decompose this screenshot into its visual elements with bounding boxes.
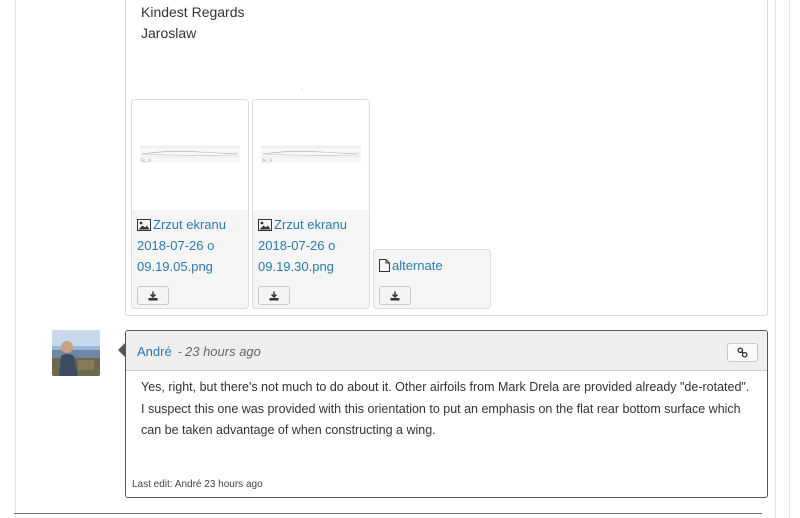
- post-signoff: Kindest Regards Jaroslaw: [141, 2, 245, 44]
- permalink-button[interactable]: [727, 343, 758, 362]
- download-icon: [148, 291, 158, 300]
- svg-text:0c, 9: 0c, 9: [262, 158, 272, 163]
- header-separator: -: [178, 344, 183, 359]
- attachment-thumbnail[interactable]: 0c, 9: [253, 100, 369, 210]
- user-avatar-image: [52, 330, 100, 376]
- download-icon: [269, 291, 279, 300]
- attachment-link[interactable]: Zrzut ekranu 2018-07-26 o 09.19.30.png: [258, 214, 347, 277]
- image-icon: [137, 219, 151, 231]
- link-icon: [737, 347, 748, 358]
- attachment-name-line1: Zrzut ekranu: [153, 217, 226, 232]
- attachment-name-line1: alternate: [392, 258, 443, 273]
- image-icon: [258, 219, 272, 231]
- reply-post: André - 23 hours ago Yes, right, but the…: [125, 330, 768, 498]
- download-button[interactable]: [137, 286, 169, 305]
- attachment-name-line2: 2018-07-26 o: [258, 238, 336, 253]
- download-button[interactable]: [258, 286, 290, 305]
- right-rail: [775, 0, 776, 518]
- airfoil-thumbnail-image: 0c, 9: [140, 145, 240, 163]
- last-edit-note: Last edit: André 23 hours ago: [132, 479, 263, 490]
- attachment-card: 0c, 9 Zrzut ekranu 2018-07-26 o 09.19.30…: [252, 99, 370, 309]
- download-icon: [390, 291, 400, 300]
- left-gutter: [2, 0, 16, 518]
- signoff-line-name: Jaroslaw: [141, 25, 197, 41]
- page-frame: Kindest Regards Jaroslaw 0c, 9 Zrzut ekr…: [0, 0, 800, 518]
- attachment-name-line1: Zrzut ekranu: [274, 217, 347, 232]
- attachment-card: alternate: [373, 249, 491, 309]
- attachment-thumbnail[interactable]: 0c, 9: [132, 100, 248, 210]
- attachment-card: 0c, 9 Zrzut ekranu 2018-07-26 o 09.19.05…: [131, 99, 249, 309]
- post-pointer-arrow: [118, 343, 125, 357]
- author-link[interactable]: André: [137, 344, 172, 359]
- avatar[interactable]: [52, 330, 100, 376]
- attachment-link[interactable]: Zrzut ekranu 2018-07-26 o 09.19.05.png: [137, 214, 226, 277]
- decorative-dot: [301, 88, 302, 89]
- airfoil-thumbnail-image: 0c, 9: [261, 145, 361, 163]
- divider: [14, 513, 762, 514]
- svg-text:0c, 9: 0c, 9: [141, 158, 151, 163]
- attachment-name-line3: 09.19.30.png: [258, 259, 334, 274]
- post-header: André - 23 hours ago: [126, 331, 767, 371]
- attachment-name-line3: 09.19.05.png: [137, 259, 213, 274]
- scrollbar-track[interactable]: [789, 0, 790, 518]
- file-icon: [379, 259, 390, 272]
- signoff-line-regards: Kindest Regards: [141, 4, 245, 20]
- attachment-name-line2: 2018-07-26 o: [137, 238, 215, 253]
- attachment-link[interactable]: alternate: [379, 255, 443, 276]
- post-body-text: Yes, right, but there's not much to do a…: [141, 380, 750, 437]
- post-timestamp[interactable]: 23 hours ago: [185, 344, 261, 359]
- previous-post-body: Kindest Regards Jaroslaw 0c, 9 Zrzut ekr…: [125, 0, 768, 316]
- download-button[interactable]: [379, 286, 411, 305]
